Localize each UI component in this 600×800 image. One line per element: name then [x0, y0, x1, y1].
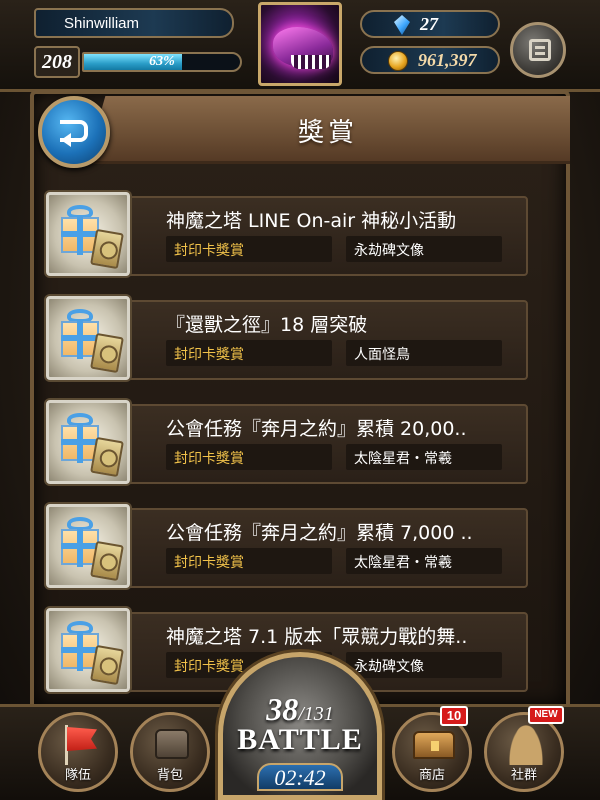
seal-card-icon [90, 332, 124, 374]
reward-item[interactable]: 『還獸之徑』18 層突破 封印卡獎賞 人面怪鳥 [44, 294, 530, 386]
dragon-jaw [291, 55, 331, 69]
reward-thumbnail [46, 400, 130, 484]
shop-label: 商店 [418, 768, 445, 783]
reward-item[interactable]: 公會任務『奔月之約』累積 7,000 .. 封印卡獎賞 太陰星君・常羲 [44, 502, 530, 594]
reward-card-name: 太陰星君・常羲 [346, 548, 502, 574]
reward-thumbnail [46, 192, 130, 276]
gem-icon [394, 15, 410, 35]
flag-icon [67, 727, 97, 751]
player-name: Shinwilliam [34, 8, 234, 38]
reward-title: 神魔之塔 LINE On-air 神秘小活動 [166, 210, 457, 232]
leader-avatar[interactable] [258, 2, 342, 86]
reward-thumbnail [46, 296, 130, 380]
coin-counter[interactable]: 961,397 [360, 46, 500, 74]
exp-bar: 63% [82, 52, 242, 72]
bag-icon [155, 729, 189, 759]
social-new-badge: NEW [528, 706, 564, 724]
player-level: 208 [34, 46, 80, 78]
top-status-bar: Shinwilliam 208 63% 27 961,397 [0, 0, 600, 92]
battle-label: BATTLE [237, 723, 363, 756]
seal-card-icon [90, 644, 124, 686]
reward-item[interactable]: 神魔之塔 LINE On-air 神秘小活動 封印卡獎賞 永劫碑文像 [44, 190, 530, 282]
people-icon [509, 725, 543, 765]
menu-icon [529, 39, 551, 61]
reward-item[interactable]: 公會任務『奔月之約』累積 20,00.. 封印卡獎賞 太陰星君・常羲 [44, 398, 530, 490]
reward-thumbnail [46, 504, 130, 588]
shop-badge: 10 [440, 706, 468, 726]
reward-title: 公會任務『奔月之約』累積 20,00.. [166, 418, 467, 440]
back-button[interactable] [38, 96, 110, 168]
bag-label: 背包 [156, 768, 183, 783]
coin-icon [388, 51, 408, 71]
page-title: 獎賞 [297, 118, 358, 148]
gem-count: 27 [420, 14, 438, 34]
reward-card-name: 太陰星君・常羲 [346, 444, 502, 470]
reward-thumbnail [46, 608, 130, 692]
reward-list: 神魔之塔 LINE On-air 神秘小活動 封印卡獎賞 永劫碑文像 『還獸之徑… [44, 190, 530, 710]
reward-type: 封印卡獎賞 [166, 444, 332, 470]
reward-title: 公會任務『奔月之約』累積 7,000 .. [166, 522, 473, 544]
social-button[interactable]: 社群 [484, 712, 564, 792]
stamina-max: /131 [298, 703, 334, 725]
reward-type: 封印卡獎賞 [166, 236, 332, 262]
menu-button[interactable] [510, 22, 566, 78]
reward-type: 封印卡獎賞 [166, 548, 332, 574]
bag-button[interactable]: 背包 [130, 712, 210, 792]
team-label: 隊伍 [64, 768, 91, 783]
seal-card-icon [90, 436, 124, 478]
gem-counter[interactable]: 27 [360, 10, 500, 38]
social-label: 社群 [510, 768, 537, 783]
stamina-timer: 02:42 [257, 763, 343, 791]
treasure-chest-icon [413, 731, 455, 759]
reward-card-name: 人面怪鳥 [346, 340, 502, 366]
team-button[interactable]: 隊伍 [38, 712, 118, 792]
coin-count: 961,397 [418, 50, 477, 70]
exp-percent: 63% [149, 54, 175, 69]
reward-title: 神魔之塔 7.1 版本「眾競力戰的舞.. [166, 626, 468, 648]
reward-type: 封印卡獎賞 [166, 340, 332, 366]
stamina-current: 38 [266, 691, 299, 727]
reward-title: 『還獸之徑』18 層突破 [166, 314, 368, 336]
reward-card-name: 永劫碑文像 [346, 652, 502, 678]
reward-card-name: 永劫碑文像 [346, 236, 502, 262]
back-arrow-icon [60, 120, 88, 147]
seal-card-icon [90, 540, 124, 582]
seal-card-icon [90, 228, 124, 270]
